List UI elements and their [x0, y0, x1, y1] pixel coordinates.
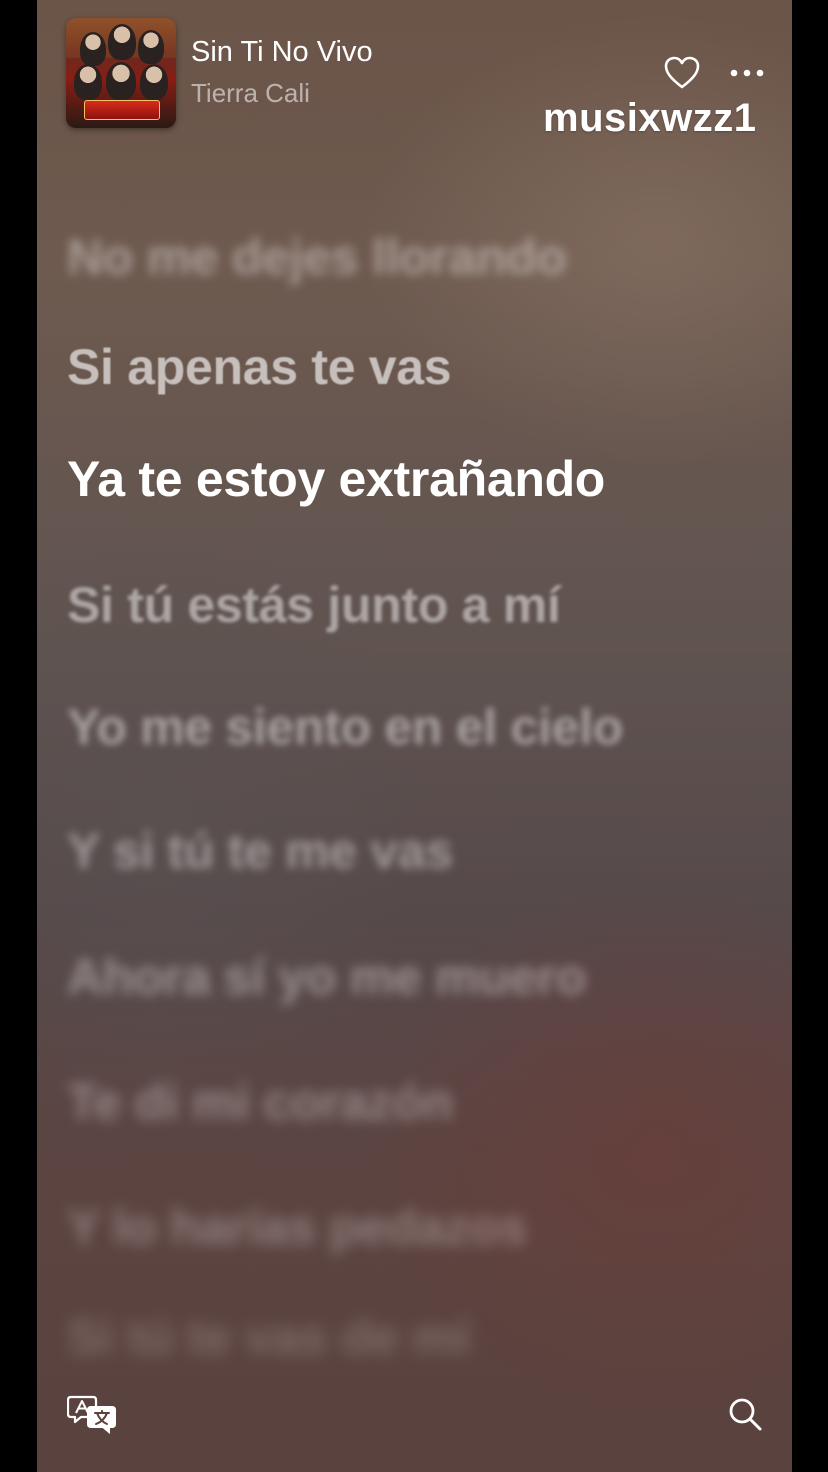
phone-frame: Sin Ti No Vivo Tierra Cali musixwzz1 No …	[0, 0, 828, 1472]
lyric-line[interactable]: Ahora sí yo me muero	[67, 948, 586, 1006]
artist-name[interactable]: Tierra Cali	[191, 78, 310, 109]
lyrics-screen: Sin Ti No Vivo Tierra Cali musixwzz1 No …	[37, 0, 792, 1472]
lyric-line[interactable]: Si tú te vas de mí	[67, 1308, 470, 1366]
heart-outline-icon	[664, 56, 700, 89]
watermark-text: musixwzz1	[543, 96, 757, 140]
lyric-line[interactable]: Y si tú te me vas	[67, 822, 453, 880]
song-title[interactable]: Sin Ti No Vivo	[191, 36, 373, 69]
album-art-figure	[106, 62, 136, 100]
search-button[interactable]	[727, 1396, 763, 1432]
album-art-logo	[84, 100, 160, 120]
lyric-line[interactable]: Yo me siento en el cielo	[67, 698, 623, 756]
lyric-line-current[interactable]: Ya te estoy extrañando	[67, 450, 605, 508]
album-art-figure	[74, 64, 102, 100]
lyric-line[interactable]: Si tú estás junto a mí	[67, 576, 561, 634]
album-art[interactable]	[66, 18, 176, 128]
more-options-button[interactable]	[729, 62, 765, 84]
album-art-figure	[140, 64, 168, 100]
lyric-line[interactable]: Y lo harías pedazos	[67, 1198, 528, 1256]
album-art-figure	[108, 24, 136, 60]
lyric-line[interactable]: No me dejes llorando	[67, 228, 567, 286]
lyric-line[interactable]: Te di mi corazón	[67, 1073, 453, 1131]
lyric-line[interactable]: Si apenas te vas	[67, 338, 452, 396]
favorite-button[interactable]	[664, 56, 700, 90]
translate-icon	[66, 1395, 116, 1435]
album-art-figure	[138, 30, 164, 64]
translate-button[interactable]	[66, 1394, 119, 1435]
search-icon	[729, 1398, 762, 1431]
ellipsis-icon	[730, 69, 764, 77]
album-art-figure	[80, 32, 106, 66]
